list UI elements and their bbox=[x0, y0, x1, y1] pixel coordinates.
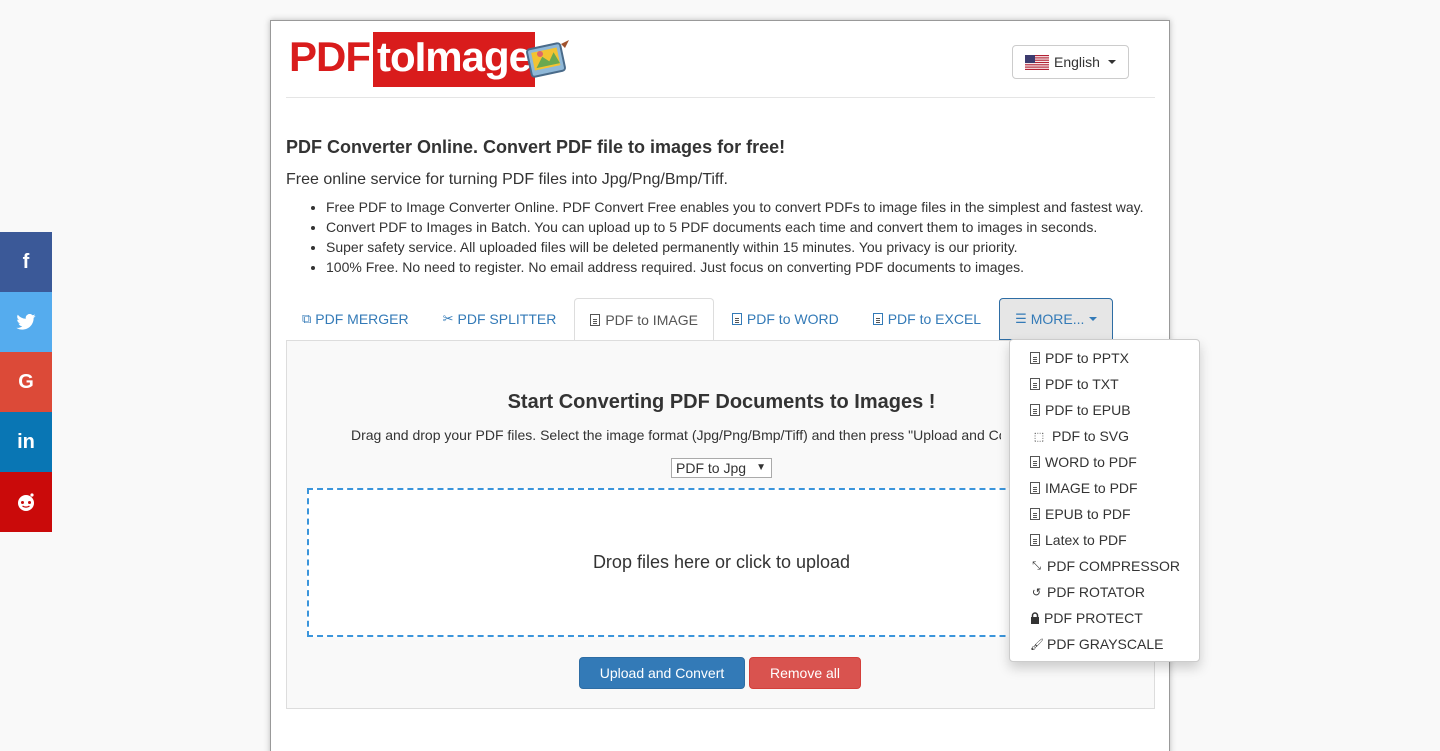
facebook-share-button[interactable]: f bbox=[0, 232, 52, 292]
chevron-down-icon bbox=[1089, 317, 1098, 321]
menu-item-pdf-to-svg[interactable]: ⬚ PDF to SVG bbox=[1010, 423, 1199, 449]
scissors-icon: ✂ bbox=[442, 311, 454, 326]
google-share-button[interactable]: G bbox=[0, 352, 52, 412]
menu-item-label: PDF COMPRESSOR bbox=[1047, 558, 1181, 574]
list-item: Convert PDF to Images in Batch. You can … bbox=[326, 217, 1155, 237]
menu-item-label: PDF to PPTX bbox=[1045, 350, 1130, 366]
menu-item-pdf-to-epub[interactable]: PDF to EPUB bbox=[1010, 397, 1199, 423]
google-icon: G bbox=[18, 370, 34, 393]
picture-icon bbox=[526, 40, 570, 78]
intro-section: PDF Converter Online. Convert PDF file t… bbox=[286, 135, 1155, 277]
format-select-value: PDF to Jpg bbox=[676, 460, 747, 476]
pdf-file-icon bbox=[1030, 456, 1040, 468]
more-dropdown-menu: PDF to PPTX PDF to TXT PDF to EPUB ⬚ PDF … bbox=[1009, 339, 1200, 662]
menu-item-pdf-to-txt[interactable]: PDF to TXT bbox=[1010, 371, 1199, 397]
tab-pdf-to-image[interactable]: PDF to IMAGE bbox=[574, 298, 714, 341]
language-label: English bbox=[1054, 54, 1100, 70]
facebook-icon: f bbox=[22, 250, 30, 273]
dropzone-label: Drop files here or click to upload bbox=[592, 552, 851, 572]
logo-text-toimage: toImage bbox=[373, 32, 536, 87]
reddit-icon bbox=[18, 493, 34, 511]
brush-icon: 🖌 bbox=[1030, 638, 1044, 651]
tool-tabs: ⧉ PDF MERGER ✂ PDF SPLITTER PDF to IMAGE… bbox=[286, 298, 1155, 341]
excel-file-icon bbox=[872, 313, 883, 325]
menu-item-pdf-rotator[interactable]: ↺ PDF ROTATOR bbox=[1010, 579, 1199, 605]
list-item: 100% Free. No need to register. No email… bbox=[326, 257, 1155, 277]
lock-icon bbox=[1031, 612, 1039, 624]
menu-item-pdf-compressor[interactable]: ⤡ PDF COMPRESSOR bbox=[1010, 553, 1199, 579]
tab-label: PDF SPLITTER bbox=[457, 311, 557, 327]
text-file-icon bbox=[1030, 378, 1040, 390]
tab-pdf-to-word[interactable]: PDF to WORD bbox=[716, 298, 855, 340]
word-file-icon bbox=[731, 313, 742, 325]
logo-text-pdf: PDF bbox=[289, 33, 371, 80]
pdf-file-icon bbox=[1030, 534, 1040, 546]
tab-pdf-to-excel[interactable]: PDF to EXCEL bbox=[857, 298, 997, 340]
converter-description: Drag and drop your PDF files. Select the… bbox=[351, 427, 1001, 443]
language-selector[interactable]: English bbox=[1012, 45, 1129, 79]
menu-item-label: PDF to EPUB bbox=[1045, 402, 1131, 418]
linkedin-icon: in bbox=[17, 430, 35, 453]
tab-pdf-splitter[interactable]: ✂ PDF SPLITTER bbox=[427, 298, 573, 340]
menu-item-pdf-grayscale[interactable]: 🖌 PDF GRAYSCALE bbox=[1010, 631, 1199, 657]
pdf-file-icon bbox=[1030, 508, 1040, 520]
pdf-file-icon bbox=[1030, 482, 1040, 494]
tab-pdf-merger[interactable]: ⧉ PDF MERGER bbox=[286, 298, 425, 340]
page-subtitle: Free online service for turning PDF file… bbox=[286, 171, 728, 188]
feature-list: Free PDF to Image Converter Online. PDF … bbox=[286, 197, 1155, 277]
compress-icon: ⤡ bbox=[1032, 559, 1041, 572]
tab-label: PDF MERGER bbox=[315, 311, 409, 327]
twitter-share-button[interactable] bbox=[0, 292, 52, 352]
list-icon: ☰ bbox=[1015, 311, 1027, 326]
epub-file-icon bbox=[1030, 404, 1040, 416]
list-item: Free PDF to Image Converter Online. PDF … bbox=[326, 197, 1155, 217]
upload-and-convert-button[interactable]: Upload and Convert bbox=[579, 657, 745, 689]
site-logo[interactable]: PDF toImage bbox=[289, 32, 571, 87]
twitter-icon bbox=[16, 314, 36, 330]
site-header: PDF toImage English bbox=[286, 21, 1155, 98]
list-item: Super safety service. All uploaded files… bbox=[326, 237, 1155, 257]
menu-item-word-to-pdf[interactable]: WORD to PDF bbox=[1010, 449, 1199, 475]
tab-label: PDF to EXCEL bbox=[887, 311, 982, 327]
format-select[interactable]: PDF to Jpg ▼ bbox=[671, 458, 772, 478]
menu-item-latex-to-pdf[interactable]: Latex to PDF bbox=[1010, 527, 1199, 553]
menu-item-label: Latex to PDF bbox=[1045, 532, 1127, 548]
reddit-share-button[interactable] bbox=[0, 472, 52, 532]
image-file-icon bbox=[590, 313, 601, 326]
rotate-icon: ↺ bbox=[1031, 586, 1042, 599]
tab-label: MORE... bbox=[1030, 311, 1085, 327]
menu-item-label: PDF PROTECT bbox=[1044, 610, 1143, 626]
tab-more-dropdown[interactable]: ☰ MORE... bbox=[999, 298, 1114, 340]
menu-item-epub-to-pdf[interactable]: EPUB to PDF bbox=[1010, 501, 1199, 527]
chevron-down-icon: ▼ bbox=[756, 462, 766, 473]
tab-label: PDF to IMAGE bbox=[605, 311, 698, 328]
menu-item-pdf-protect[interactable]: PDF PROTECT bbox=[1010, 605, 1199, 631]
page-title: PDF Converter Online. Convert PDF file t… bbox=[286, 137, 786, 157]
menu-item-label: PDF GRAYSCALE bbox=[1047, 636, 1164, 652]
vector-icon: ⬚ bbox=[1033, 430, 1045, 443]
menu-item-image-to-pdf[interactable]: IMAGE to PDF bbox=[1010, 475, 1199, 501]
remove-all-button[interactable]: Remove all bbox=[749, 657, 861, 689]
chevron-down-icon bbox=[1107, 60, 1116, 64]
menu-item-label: WORD to PDF bbox=[1045, 454, 1137, 470]
social-share-bar: f G in bbox=[0, 232, 52, 532]
menu-item-label: EPUB to PDF bbox=[1045, 506, 1131, 522]
copy-icon: ⧉ bbox=[302, 311, 312, 326]
menu-item-label: PDF to TXT bbox=[1045, 376, 1119, 392]
menu-item-label: PDF to SVG bbox=[1052, 428, 1130, 444]
menu-item-label: IMAGE to PDF bbox=[1045, 480, 1138, 496]
menu-item-pdf-to-pptx[interactable]: PDF to PPTX bbox=[1010, 345, 1199, 371]
tab-label: PDF to WORD bbox=[746, 311, 839, 327]
us-flag-icon bbox=[1025, 54, 1049, 70]
ppt-file-icon bbox=[1030, 352, 1040, 364]
menu-item-label: PDF ROTATOR bbox=[1047, 584, 1145, 600]
linkedin-share-button[interactable]: in bbox=[0, 412, 52, 472]
